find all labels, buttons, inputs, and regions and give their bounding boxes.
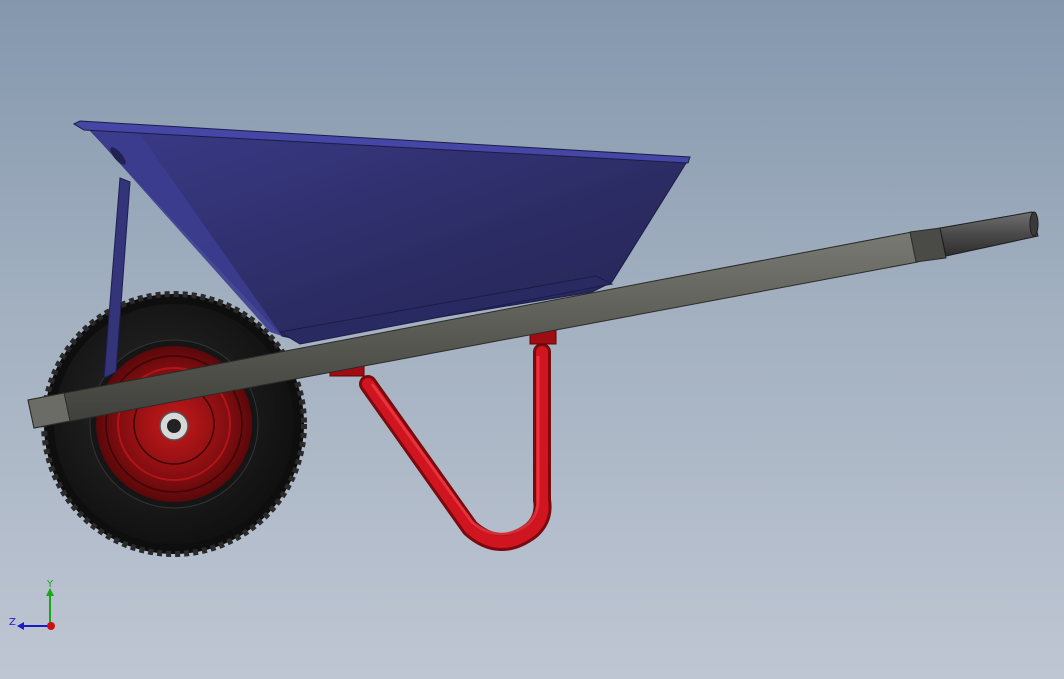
z-axis-label: Z	[9, 617, 16, 628]
axis-triad: Y Z	[8, 578, 68, 638]
handle-grip[interactable]	[939, 211, 1039, 257]
axle-hole	[167, 419, 181, 433]
wheel[interactable]	[41, 291, 307, 557]
grip-end	[1029, 211, 1039, 237]
rear-leg-highlight	[362, 346, 549, 548]
graphics-viewport[interactable]: Y Z	[0, 0, 1064, 679]
wheelbarrow-model[interactable]	[0, 0, 1064, 679]
y-axis-label: Y	[46, 579, 54, 590]
x-axis-dot	[47, 622, 55, 630]
z-axis-arrow	[17, 622, 24, 630]
grip-sleeve	[939, 211, 1039, 257]
